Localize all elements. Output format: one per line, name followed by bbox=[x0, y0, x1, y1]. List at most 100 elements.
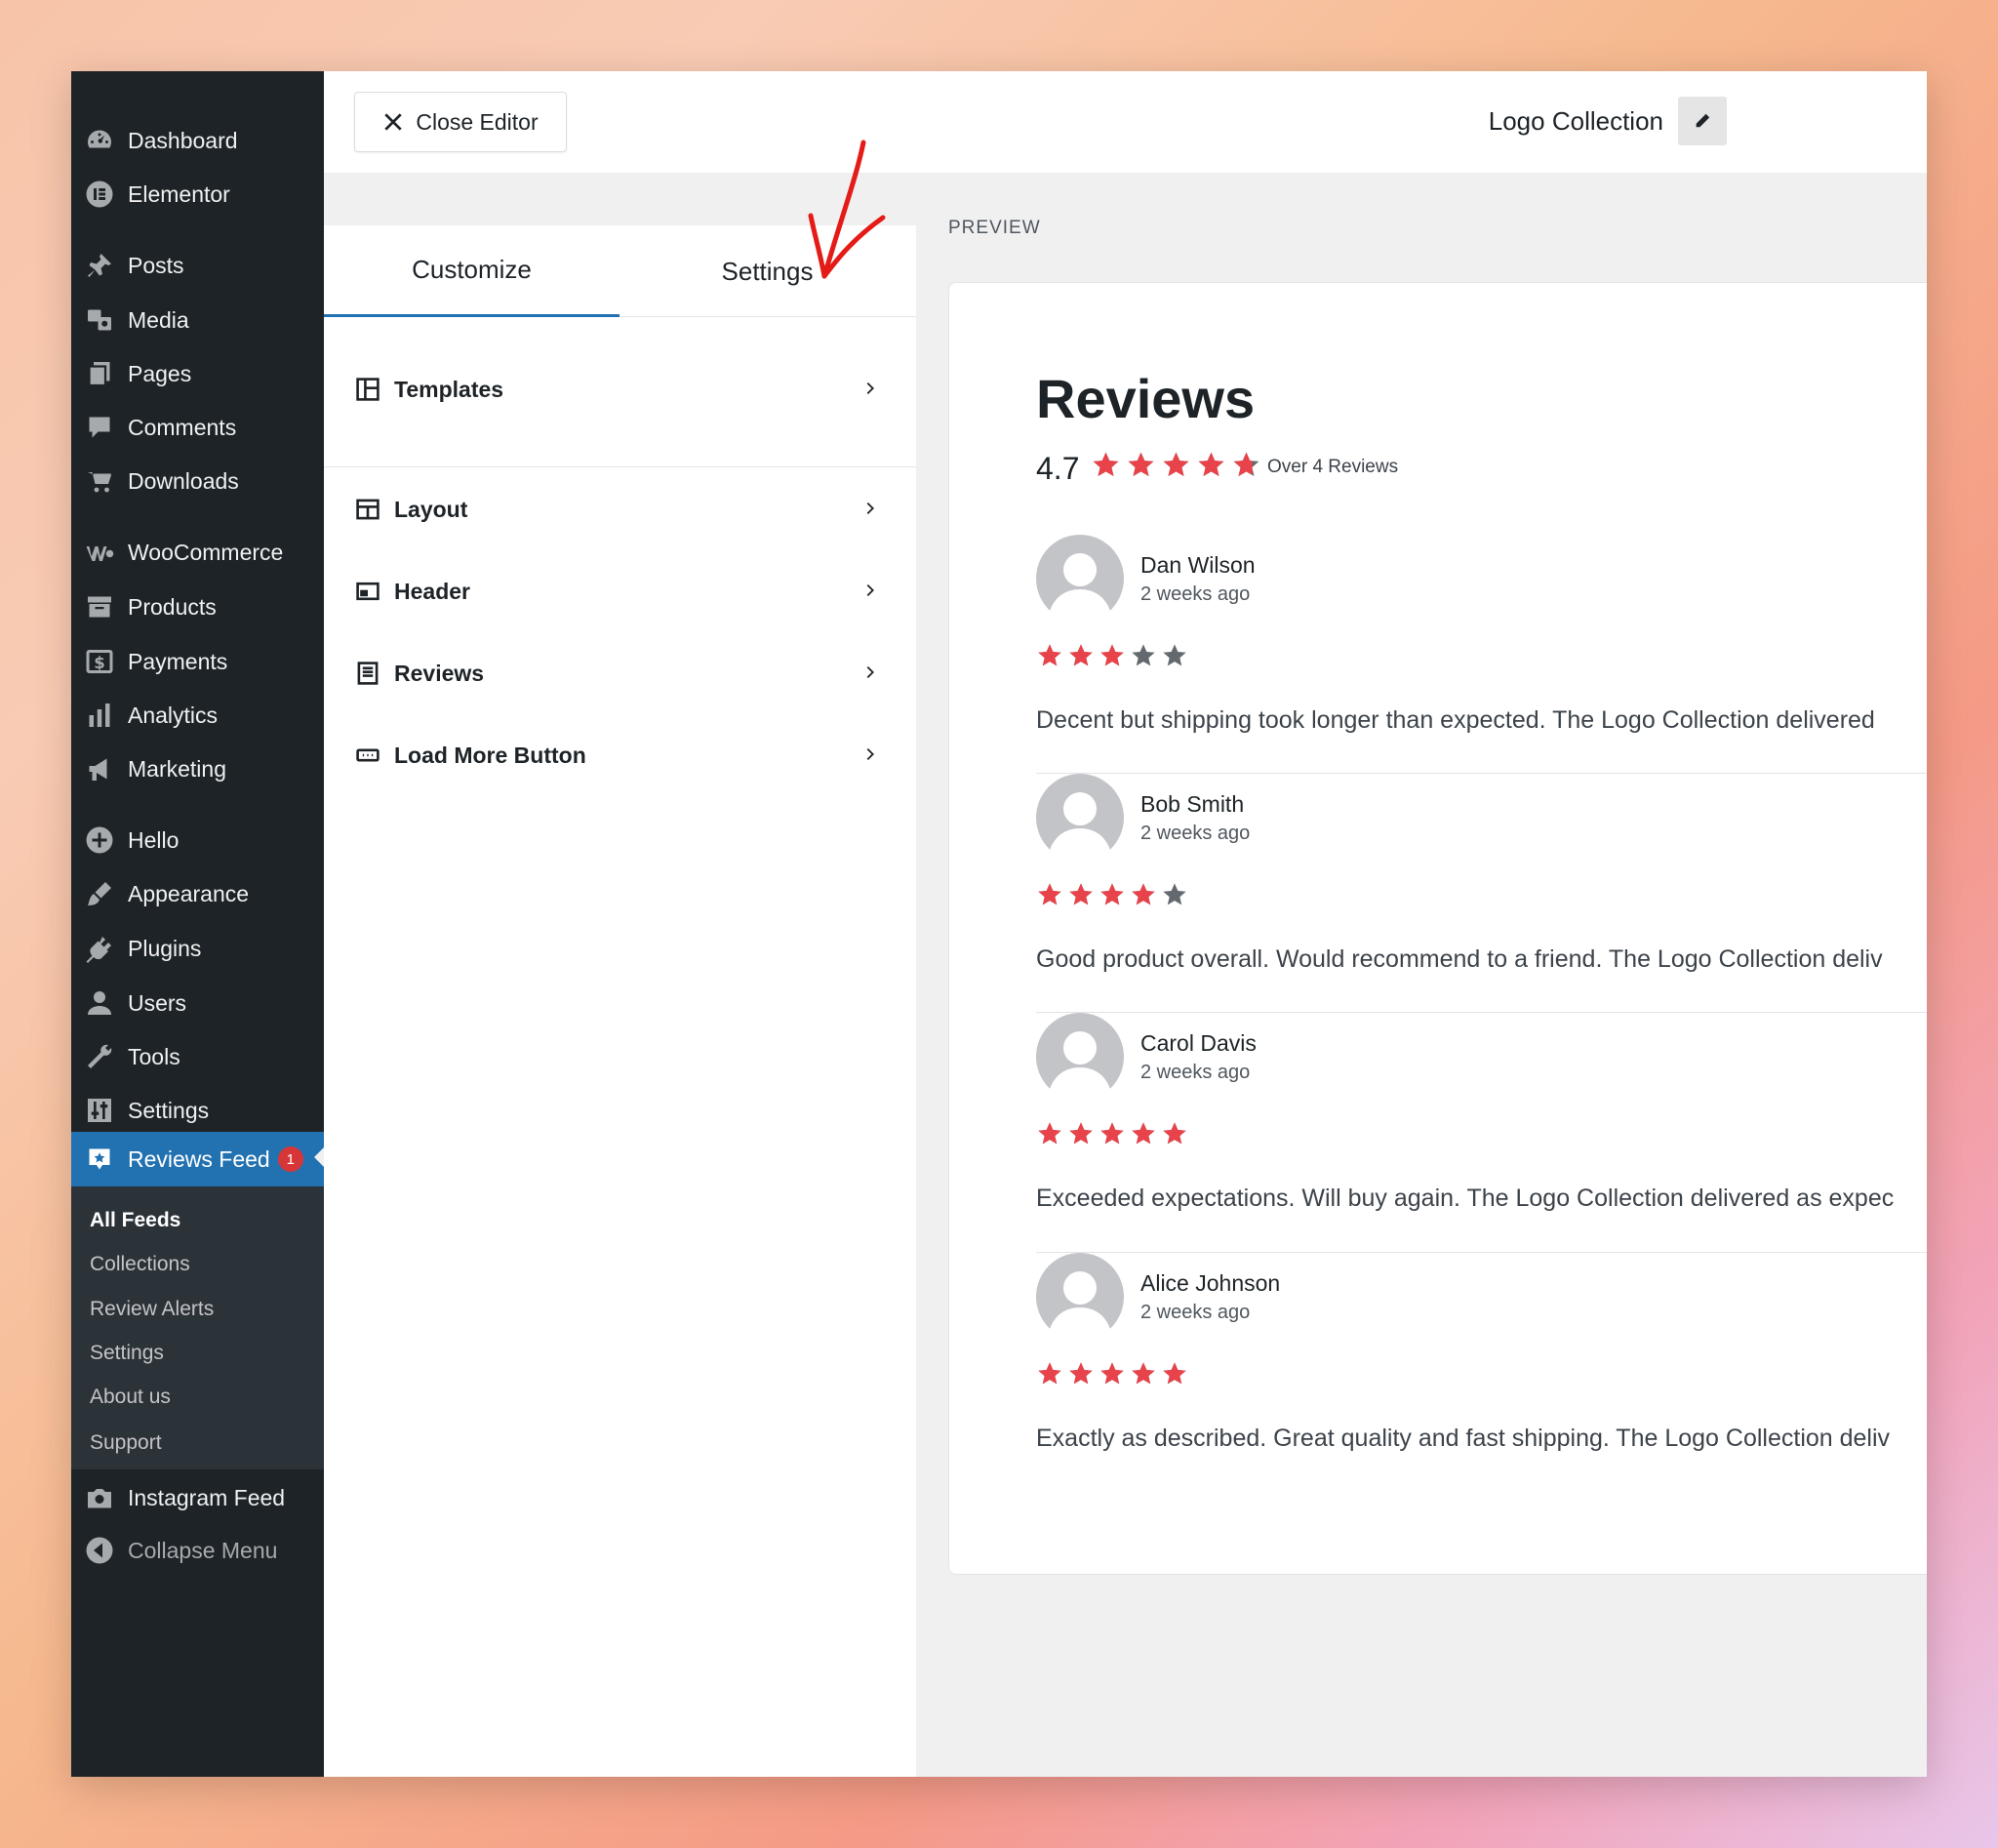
section-label: Layout bbox=[394, 496, 468, 522]
dashboard-icon bbox=[71, 126, 128, 155]
section-load-more-button[interactable]: Load More Button bbox=[324, 716, 916, 794]
submenu-item-settings[interactable]: Settings bbox=[90, 1342, 164, 1365]
section-templates[interactable]: Templates bbox=[324, 350, 916, 428]
star-rating bbox=[1038, 1362, 1186, 1385]
average-rating-stars bbox=[1091, 450, 1266, 485]
sidebar-item-pages[interactable]: Pages bbox=[71, 348, 324, 399]
sidebar-item-downloads[interactable]: Downloads bbox=[71, 456, 324, 506]
sidebar-item-label: Instagram Feed bbox=[128, 1484, 286, 1510]
admin-sidebar: Dashboard Elementor Posts Media Pages Co… bbox=[71, 71, 324, 1777]
close-icon bbox=[384, 113, 403, 131]
sidebar-item-label: Analytics bbox=[128, 702, 219, 728]
sidebar-item-label: Dashboard bbox=[128, 127, 238, 153]
sidebar-item-users[interactable]: Users bbox=[71, 978, 324, 1028]
bar-chart-icon bbox=[71, 701, 128, 730]
star-filled-icon bbox=[1128, 452, 1154, 476]
star-half-icon bbox=[1233, 452, 1259, 476]
section-label: Templates bbox=[394, 376, 504, 402]
submenu-item-all-feeds[interactable]: All Feeds bbox=[90, 1209, 180, 1232]
reviewer-name: Carol Davis bbox=[1140, 1030, 1257, 1056]
sidebar-item-label: Collapse Menu bbox=[128, 1537, 278, 1563]
review-card: Bob Smith 2 weeks ago Good product overa… bbox=[1036, 774, 1927, 1012]
elementor-icon bbox=[71, 180, 128, 209]
sidebar-item-elementor[interactable]: Elementor bbox=[71, 169, 324, 220]
review-stars bbox=[1036, 1120, 1192, 1152]
reviewer-name: Dan Wilson bbox=[1140, 552, 1256, 578]
avatar bbox=[1036, 1013, 1124, 1101]
sidebar-item-hello[interactable]: Hello bbox=[71, 815, 324, 865]
section-header[interactable]: Header bbox=[324, 552, 916, 630]
camera-icon bbox=[71, 1483, 128, 1512]
star-filled-icon bbox=[1038, 1122, 1061, 1145]
sidebar-item-label: Hello bbox=[128, 826, 180, 853]
review-text: Good product overall. Would recommend to… bbox=[1036, 945, 1883, 973]
star-empty-icon bbox=[1132, 644, 1155, 666]
review-time: 2 weeks ago bbox=[1140, 1302, 1251, 1323]
sidebar-item-reviews-feed[interactable]: Reviews Feed 1 bbox=[71, 1132, 324, 1186]
sidebar-item-payments[interactable]: $ Payments bbox=[71, 636, 324, 687]
sidebar-item-products[interactable]: Products bbox=[71, 582, 324, 632]
sliders-icon bbox=[71, 1096, 128, 1125]
customizer-panel: Customize Settings Templates Layout Head… bbox=[324, 225, 916, 1777]
edit-title-button[interactable] bbox=[1678, 97, 1727, 145]
pencil-icon bbox=[1696, 113, 1710, 128]
woo-icon bbox=[71, 538, 128, 567]
star-rating bbox=[1038, 1122, 1186, 1145]
sidebar-item-posts[interactable]: Posts bbox=[71, 240, 324, 291]
star-filled-icon bbox=[1132, 1362, 1155, 1385]
sidebar-item-label: Appearance bbox=[128, 880, 250, 906]
sidebar-item-dashboard[interactable]: Dashboard bbox=[71, 115, 324, 166]
sidebar-item-label: Media bbox=[128, 306, 189, 333]
star-filled-icon bbox=[1100, 644, 1124, 666]
plug-icon bbox=[71, 934, 128, 963]
cart-icon bbox=[71, 466, 128, 496]
sidebar-item-settings[interactable]: Settings bbox=[71, 1085, 324, 1136]
sidebar-item-label: Users bbox=[128, 989, 187, 1016]
svg-text:$: $ bbox=[94, 654, 104, 672]
sidebar-item-analytics[interactable]: Analytics bbox=[71, 690, 324, 741]
submenu-item-about-us[interactable]: About us bbox=[90, 1386, 171, 1409]
sidebar-item-label: Comments bbox=[128, 414, 237, 440]
review-text: Exactly as described. Great quality and … bbox=[1036, 1425, 1891, 1452]
media-icon bbox=[71, 305, 128, 335]
star-filled-icon bbox=[1163, 1362, 1186, 1385]
chevron-right-icon bbox=[866, 502, 874, 515]
avatar bbox=[1036, 774, 1124, 862]
sidebar-item-instagram-feed[interactable]: Instagram Feed bbox=[71, 1472, 324, 1523]
sidebar-item-tools[interactable]: Tools bbox=[71, 1031, 324, 1082]
sidebar-item-comments[interactable]: Comments bbox=[71, 402, 324, 453]
preview-card: Reviews 4.7 Over 4 Reviews Dan Wilson 2 … bbox=[948, 282, 1927, 1575]
submenu-item-support[interactable]: Support bbox=[90, 1431, 162, 1455]
star-filled-icon bbox=[1100, 1122, 1124, 1145]
section-reviews[interactable]: Reviews bbox=[324, 634, 916, 712]
collapse-menu-button[interactable]: Collapse Menu bbox=[71, 1525, 324, 1576]
reviews-section-icon bbox=[357, 662, 379, 685]
sidebar-item-woocommerce[interactable]: WooCommerce bbox=[71, 527, 324, 578]
reviews-title: Reviews bbox=[1036, 368, 1256, 429]
star-filled-icon bbox=[1069, 1122, 1093, 1145]
sidebar-item-plugins[interactable]: Plugins bbox=[71, 923, 324, 974]
sidebar-item-media[interactable]: Media bbox=[71, 295, 324, 345]
section-layout[interactable]: Layout bbox=[324, 470, 916, 548]
button-icon bbox=[356, 748, 380, 762]
sidebar-item-marketing[interactable]: Marketing bbox=[71, 743, 324, 794]
templates-icon bbox=[356, 378, 380, 401]
submenu-item-collections[interactable]: Collections bbox=[90, 1253, 190, 1276]
tab-customize[interactable]: Customize bbox=[324, 225, 619, 317]
sidebar-item-label: Posts bbox=[128, 252, 184, 278]
close-editor-button[interactable]: Close Editor bbox=[354, 92, 567, 152]
sidebar-item-label: Pages bbox=[128, 360, 192, 386]
sidebar-item-label: Downloads bbox=[128, 467, 239, 494]
header-icon bbox=[356, 582, 380, 601]
sidebar-item-label: Payments bbox=[128, 648, 228, 674]
star-filled-icon bbox=[1038, 644, 1061, 666]
pages-icon bbox=[71, 359, 128, 388]
archive-icon bbox=[71, 592, 128, 622]
star-filled-icon bbox=[1069, 883, 1093, 905]
star-empty-icon bbox=[1163, 644, 1186, 666]
sidebar-item-appearance[interactable]: Appearance bbox=[71, 868, 324, 919]
star-badge-icon bbox=[71, 1145, 128, 1174]
avatar bbox=[1036, 1253, 1124, 1341]
submenu-item-review-alerts[interactable]: Review Alerts bbox=[90, 1298, 214, 1321]
star-rating bbox=[1038, 644, 1186, 666]
